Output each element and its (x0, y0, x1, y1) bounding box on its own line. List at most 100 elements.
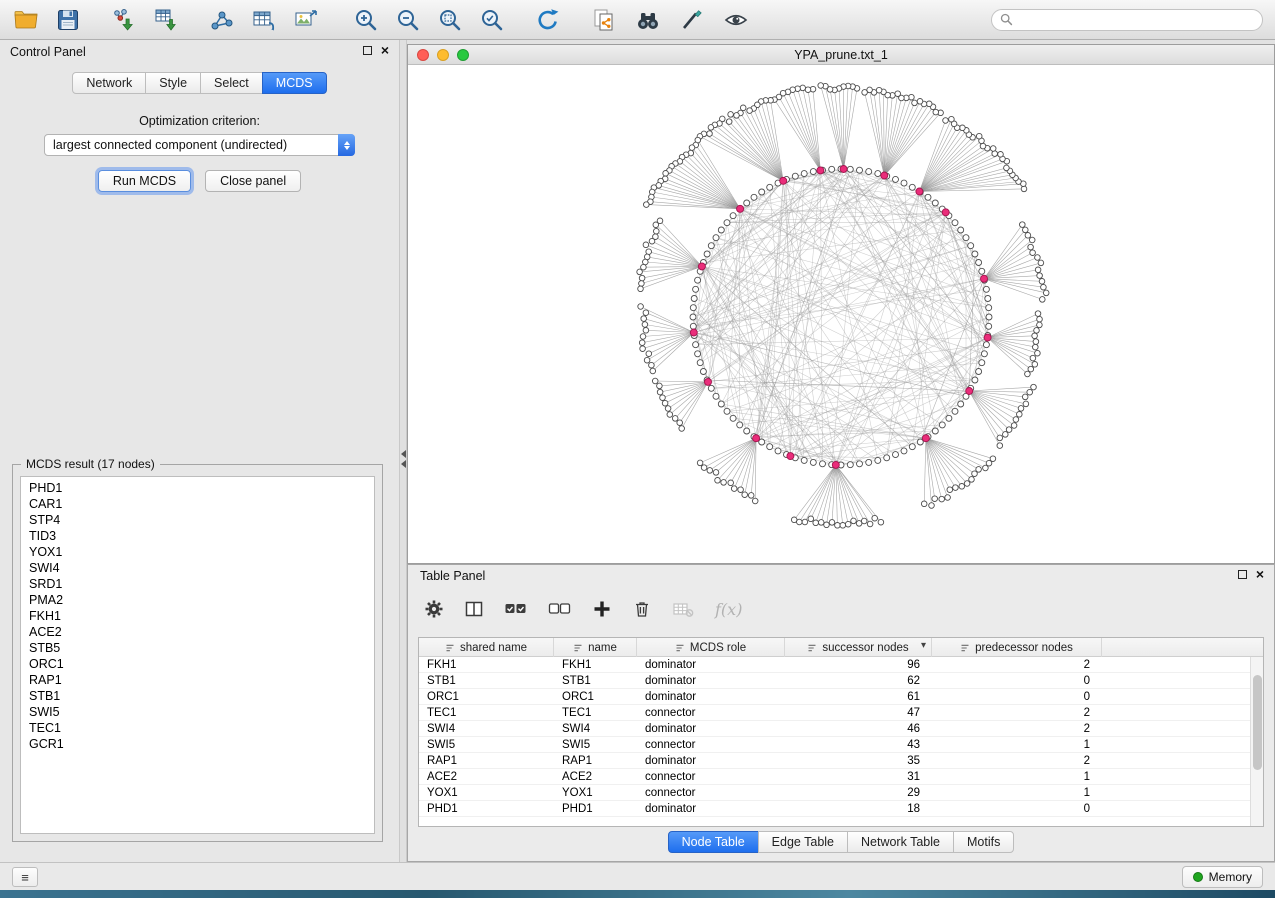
select-all-button[interactable] (504, 599, 528, 619)
network-canvas[interactable] (408, 65, 1274, 563)
apply-style-button[interactable] (678, 6, 706, 34)
column-header-shared-name[interactable]: shared name (419, 638, 554, 657)
float-panel-icon[interactable] (363, 46, 372, 55)
cell-MCDS-role: dominator (637, 753, 785, 768)
zoom-fit-button[interactable] (436, 6, 464, 34)
mcds-result-item[interactable]: STB5 (21, 640, 374, 656)
table-panel-tabs: Node TableEdge TableNetwork TableMotifs (408, 831, 1274, 853)
control-panel-title: Control Panel (10, 45, 86, 59)
table-row[interactable]: STB1STB1dominator620 (419, 673, 1250, 689)
zoom-out-button[interactable] (394, 6, 422, 34)
close-panel-button[interactable]: Close panel (205, 170, 301, 192)
refresh-view-button[interactable] (534, 6, 562, 34)
tab-network[interactable]: Network (72, 72, 146, 94)
column-header-predecessor-nodes[interactable]: predecessor nodes (932, 638, 1102, 657)
cell-name: PHD1 (554, 801, 637, 816)
column-menu-arrow-icon[interactable]: ▾ (921, 640, 926, 651)
show-hide-graphics-button[interactable] (722, 6, 750, 34)
table-row[interactable]: ACE2ACE2connector311 (419, 769, 1250, 785)
tab-edge-table[interactable]: Edge Table (758, 831, 848, 853)
binoculars-icon (635, 7, 661, 33)
cell-successor-nodes: 47 (785, 705, 932, 720)
splitter-collapse-icon[interactable] (401, 448, 406, 470)
mcds-result-item[interactable]: SWI5 (21, 704, 374, 720)
tab-network-table[interactable]: Network Table (847, 831, 954, 853)
deselect-all-button[interactable] (548, 599, 572, 619)
search-network-button[interactable] (634, 6, 662, 34)
export-image-button[interactable] (292, 6, 320, 34)
table-row[interactable]: SWI5SWI5connector431 (419, 737, 1250, 753)
add-row-button[interactable] (592, 599, 612, 619)
scrollbar-thumb[interactable] (1253, 675, 1262, 770)
network-nodes-icon (209, 7, 235, 33)
global-search[interactable] (991, 9, 1263, 31)
mcds-result-item[interactable]: RAP1 (21, 672, 374, 688)
task-history-button[interactable]: ≡ (12, 867, 38, 887)
mcds-result-item[interactable]: SWI4 (21, 560, 374, 576)
mcds-result-item[interactable]: ORC1 (21, 656, 374, 672)
mcds-result-list[interactable]: PHD1CAR1STP4TID3YOX1SWI4SRD1PMA2FKH1ACE2… (20, 476, 375, 834)
mcds-result-item[interactable]: TEC1 (21, 720, 374, 736)
mcds-result-item[interactable]: STP4 (21, 512, 374, 528)
mcds-result-item[interactable]: SRD1 (21, 576, 374, 592)
cell-successor-nodes: 62 (785, 673, 932, 688)
column-header-successor-nodes[interactable]: successor nodes▾ (785, 638, 932, 657)
search-input[interactable] (1018, 13, 1254, 27)
import-table-button[interactable] (152, 6, 180, 34)
memory-status-icon (1193, 872, 1203, 882)
table-row[interactable]: SWI4SWI4dominator462 (419, 721, 1250, 737)
mcds-result-group: MCDS result (17 nodes) PHD1CAR1STP4TID3Y… (12, 464, 383, 842)
duplicate-network-button[interactable] (590, 6, 618, 34)
mcds-result-item[interactable]: PHD1 (21, 480, 374, 496)
column-header-MCDS-role[interactable]: MCDS role (637, 638, 785, 657)
tab-mcds[interactable]: MCDS (262, 72, 327, 94)
mcds-result-item[interactable]: YOX1 (21, 544, 374, 560)
tab-node-table[interactable]: Node Table (668, 831, 759, 853)
table-row[interactable]: PHD1PHD1dominator180 (419, 801, 1250, 817)
show-columns-button[interactable] (464, 599, 484, 619)
table-row[interactable]: FKH1FKH1dominator962 (419, 657, 1250, 673)
close-panel-icon[interactable]: × (381, 45, 389, 55)
optimization-criterion-select[interactable]: largest connected component (undirected) (44, 134, 355, 156)
save-icon (55, 7, 81, 33)
tab-style[interactable]: Style (145, 72, 201, 94)
mcds-result-item[interactable]: GCR1 (21, 736, 374, 752)
new-network-button[interactable] (208, 6, 236, 34)
table-row[interactable]: TEC1TEC1connector472 (419, 705, 1250, 721)
zoom-in-button[interactable] (352, 6, 380, 34)
mcds-result-item[interactable]: STB1 (21, 688, 374, 704)
panel-splitter[interactable] (399, 40, 407, 862)
save-session-button[interactable] (54, 6, 82, 34)
table-row[interactable]: RAP1RAP1dominator352 (419, 753, 1250, 769)
delete-row-button[interactable] (632, 599, 652, 619)
cell-name: RAP1 (554, 753, 637, 768)
attribute-type-icon (445, 643, 455, 653)
mcds-result-item[interactable]: ACE2 (21, 624, 374, 640)
cell-shared-name: SWI5 (419, 737, 554, 752)
new-table-button[interactable] (250, 6, 278, 34)
cell-name: TEC1 (554, 705, 637, 720)
import-network-button[interactable] (110, 6, 138, 34)
network-view[interactable] (408, 65, 1274, 563)
run-mcds-button[interactable]: Run MCDS (98, 170, 191, 192)
table-row[interactable]: ORC1ORC1dominator610 (419, 689, 1250, 705)
cell-successor-nodes: 18 (785, 801, 932, 816)
column-header-name[interactable]: name (554, 638, 637, 657)
table-row[interactable]: YOX1YOX1connector291 (419, 785, 1250, 801)
mcds-result-item[interactable]: FKH1 (21, 608, 374, 624)
float-table-panel-icon[interactable] (1238, 570, 1247, 579)
tab-select[interactable]: Select (200, 72, 263, 94)
memory-button[interactable]: Memory (1182, 866, 1263, 888)
network-window-titlebar[interactable]: YPA_prune.txt_1 (408, 45, 1274, 65)
table-settings-button[interactable] (424, 599, 444, 619)
close-table-panel-icon[interactable]: × (1256, 569, 1264, 579)
import-table-icon (153, 7, 179, 33)
open-session-button[interactable] (12, 6, 40, 34)
zoom-selected-button[interactable] (478, 6, 506, 34)
mcds-result-item[interactable]: TID3 (21, 528, 374, 544)
mcds-result-item[interactable]: CAR1 (21, 496, 374, 512)
tab-motifs[interactable]: Motifs (953, 831, 1014, 853)
mcds-result-item[interactable]: PMA2 (21, 592, 374, 608)
attribute-type-icon (675, 643, 685, 653)
table-scrollbar[interactable] (1250, 657, 1263, 826)
